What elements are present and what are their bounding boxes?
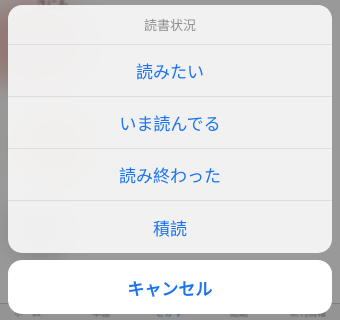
cancel-button[interactable]: キャンセル (8, 260, 332, 314)
option-tsundoku[interactable]: 積読 (8, 201, 332, 253)
option-finished-reading[interactable]: 読み終わった (8, 149, 332, 201)
reading-status-action-sheet: 読書状況 読みたい いま読んでる 読み終わった 積読 (8, 5, 332, 253)
option-want-to-read[interactable]: 読みたい (8, 45, 332, 97)
action-sheet-title: 読書状況 (8, 5, 332, 45)
option-currently-reading[interactable]: いま読んでる (8, 97, 332, 149)
